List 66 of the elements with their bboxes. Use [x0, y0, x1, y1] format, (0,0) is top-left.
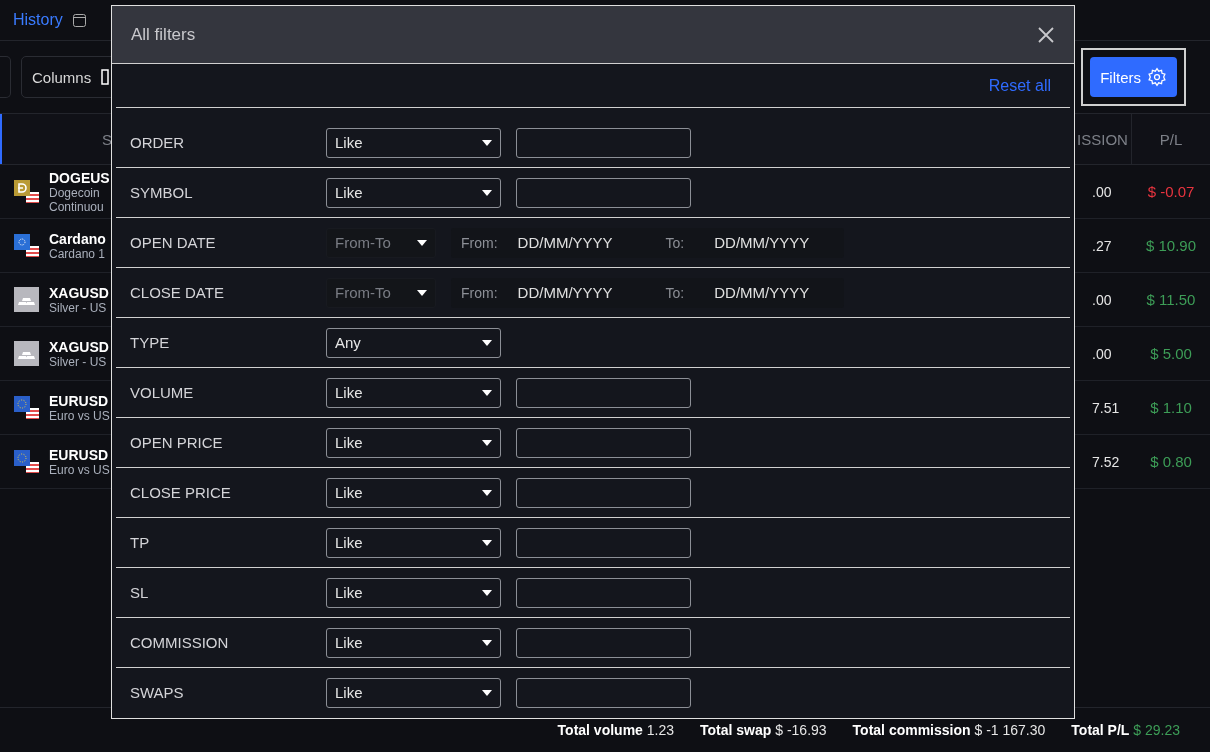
symbol-description: Dogecoin: [49, 185, 101, 200]
operator-select[interactable]: Like: [326, 627, 501, 658]
symbol-name: XAGUSD: [49, 338, 109, 355]
symbol-description: Silver - US: [49, 300, 108, 315]
operator-select[interactable]: Like: [326, 177, 501, 208]
symbol-name: Cardano: [49, 230, 106, 247]
profit-loss-cell-text: $ 10.90: [1144, 237, 1197, 254]
filter-label: CLOSE PRICE: [130, 484, 232, 501]
operator-select[interactable]: Like: [326, 577, 501, 608]
filters-button[interactable]: Filters: [1090, 57, 1177, 97]
profit-loss-cell-text: $ 11.50: [1145, 291, 1197, 308]
symbol-description: Euro vs US: [49, 408, 110, 423]
filter-label: SYMBOL: [130, 184, 194, 201]
commission-cell-text: .00: [1092, 345, 1113, 362]
symbol-name: DOGEUS: [49, 169, 110, 186]
dialog-title: All filters: [131, 24, 196, 45]
total-summary: Total swap $ -16.93: [700, 722, 827, 738]
column-header: P/L: [1158, 129, 1184, 150]
filter-label: SL: [130, 584, 150, 601]
commission-cell-text: 7.51: [1092, 399, 1121, 416]
profit-loss-cell-text: $ 0.80: [1149, 453, 1193, 470]
filter-label: ORDER: [130, 134, 186, 151]
operator-select[interactable]: Like: [326, 377, 501, 408]
filter-label: COMMISSION: [130, 634, 230, 651]
filter-label: VOLUME: [130, 384, 195, 401]
symbol-description: Continuou: [49, 199, 105, 214]
commission-cell-text: 7.52: [1092, 453, 1121, 470]
operator-select[interactable]: Any: [326, 327, 501, 358]
reset-all-link[interactable]: Reset all: [988, 76, 1051, 95]
operator-select[interactable]: Like: [326, 127, 501, 158]
profit-loss-cell-text: $ -0.07: [1146, 183, 1196, 200]
total-summary: Total commission $ -1 167.30: [852, 722, 1046, 738]
commission-cell-text: .27: [1092, 237, 1113, 254]
operator-select[interactable]: Like: [326, 527, 501, 558]
profit-loss-cell-text: $ 1.10: [1149, 399, 1193, 416]
operator-select[interactable]: Like: [326, 477, 501, 508]
operator-select[interactable]: Like: [326, 677, 501, 708]
filter-label: TYPE: [130, 334, 171, 351]
symbol-description: Cardano 1: [49, 246, 106, 261]
symbol-description: Euro vs US: [49, 462, 110, 477]
total-summary: Total volume 1.23: [557, 722, 674, 738]
from-label: From:: [461, 284, 498, 301]
commission-cell-text: .00: [1092, 291, 1113, 308]
symbol-name: XAGUSD: [49, 284, 109, 301]
total-summary: Total P/L $ 29.23: [1071, 722, 1180, 738]
filter-label: OPEN PRICE: [130, 434, 224, 451]
operator-select[interactable]: From-To: [326, 277, 436, 308]
operator-select[interactable]: Like: [326, 427, 501, 458]
to-date-field[interactable]: DD/MM/YYYY: [712, 233, 835, 252]
from-date-field[interactable]: DD/MM/YYYY: [515, 233, 638, 252]
symbol-name: EURUSD: [49, 446, 110, 463]
history-tab[interactable]: History: [13, 11, 63, 29]
commission-cell-text: .00: [1092, 183, 1113, 200]
to-label: To:: [665, 284, 685, 301]
profit-loss-cell-text: $ 5.00: [1149, 345, 1193, 362]
from-label: From:: [461, 234, 498, 251]
from-date-field[interactable]: DD/MM/YYYY: [515, 283, 638, 302]
to-label: To:: [665, 234, 685, 251]
filter-label: OPEN DATE: [130, 234, 217, 251]
filter-label: SWAPS: [130, 684, 185, 701]
filter-label: CLOSE DATE: [130, 284, 225, 301]
filter-label: TP: [130, 534, 151, 551]
symbol-name: EURUSD: [49, 392, 110, 409]
to-date-field[interactable]: DD/MM/YYYY: [712, 283, 835, 302]
operator-select[interactable]: From-To: [326, 227, 436, 258]
symbol-description: Silver - US: [49, 354, 108, 369]
